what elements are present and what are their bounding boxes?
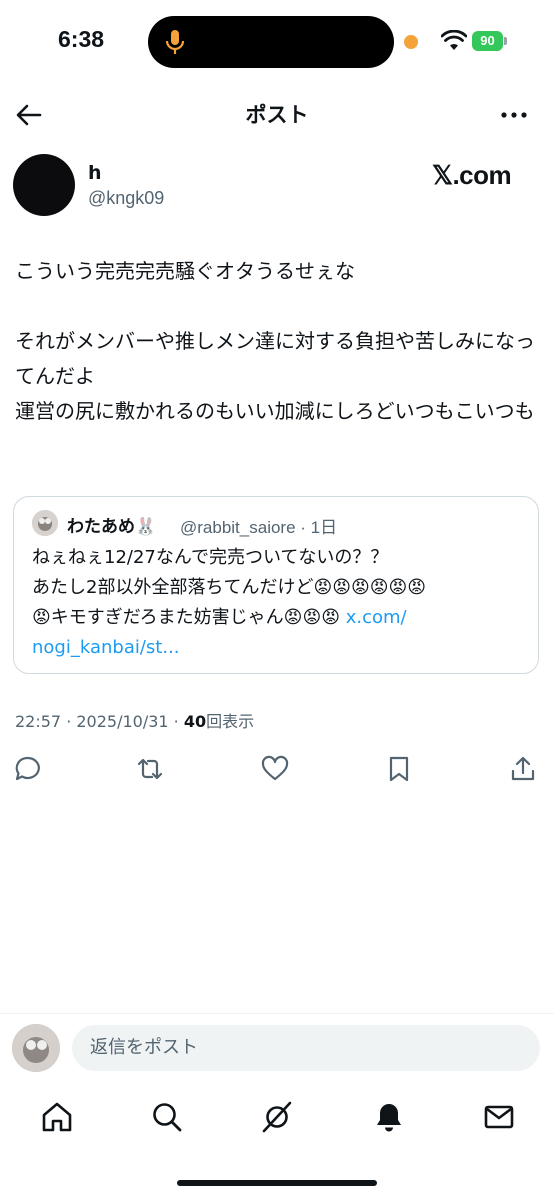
views-label: 回表示 <box>206 712 255 731</box>
search-icon[interactable] <box>150 1100 184 1134</box>
x-com-watermark: 𝕏.com <box>432 160 512 190</box>
page-title: ポスト <box>245 103 309 127</box>
quote-author-handle: @rabbit_saiore · 1日 <box>180 518 338 537</box>
recording-indicator <box>404 35 418 49</box>
home-icon[interactable] <box>40 1100 74 1134</box>
author-name[interactable]: h <box>88 162 102 184</box>
repost-icon[interactable] <box>135 754 165 784</box>
reply-icon[interactable] <box>13 754 43 784</box>
quoted-post[interactable]: わたあめ🐰 @rabbit_saiore · 1日 ねぇねぇ12/27なんで完売… <box>13 496 539 674</box>
notifications-icon[interactable] <box>372 1100 406 1134</box>
status-time: 6:38 <box>58 26 105 52</box>
divider <box>0 1013 554 1014</box>
quote-text: ねぇねぇ12/27なんで完売ついてないの？？ あたし2部以外全部落ちてんだけど😡… <box>32 543 532 663</box>
post-meta: 22:57 · 2025/10/31 · 40回表示 <box>15 708 254 732</box>
like-icon[interactable] <box>260 754 290 784</box>
battery-level: 90 <box>472 31 503 51</box>
bookmark-icon[interactable] <box>384 754 414 784</box>
microphone-icon <box>165 30 185 54</box>
messages-icon[interactable] <box>482 1100 516 1134</box>
grok-icon[interactable] <box>260 1100 294 1134</box>
reply-input[interactable]: 返信をポスト <box>72 1025 540 1071</box>
home-indicator <box>177 1180 377 1186</box>
post-text: こういう完売完売騒ぐオタうるせぇな それがメンバーや推しメン達に対する負担や苦し… <box>15 259 535 423</box>
more-options-icon[interactable] <box>498 101 530 129</box>
wifi-icon <box>441 30 467 50</box>
share-icon[interactable] <box>508 754 538 784</box>
views-count: 40 <box>183 712 207 731</box>
quote-author-name: わたあめ🐰 <box>67 517 157 537</box>
post-timestamp: 22:57 · 2025/10/31 · <box>15 712 184 731</box>
author-handle[interactable]: @kngk09 <box>88 188 164 209</box>
current-user-avatar[interactable] <box>12 1024 60 1072</box>
battery-indicator: 90 <box>472 31 508 51</box>
author-avatar[interactable] <box>13 154 75 216</box>
quote-author-avatar <box>32 510 58 536</box>
